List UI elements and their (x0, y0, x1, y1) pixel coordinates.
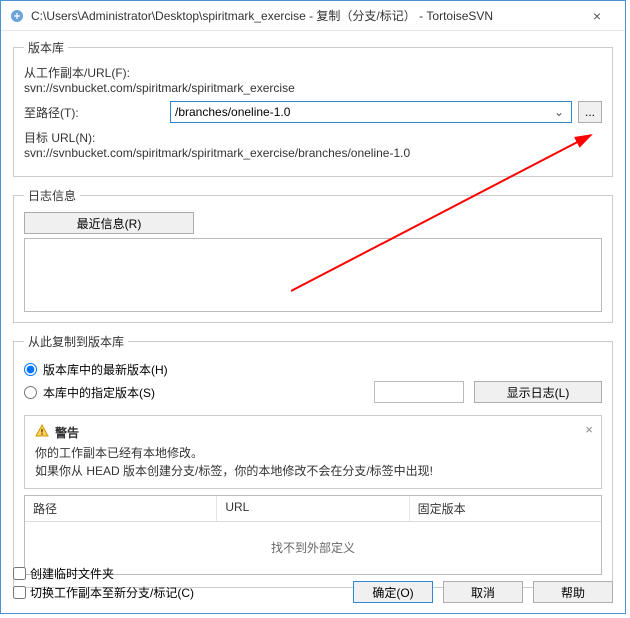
specific-revision-radio[interactable] (24, 386, 37, 399)
repository-group: 版本库 从工作副本/URL(F): svn://svnbucket.com/sp… (13, 39, 613, 177)
titlebar: C:\Users\Administrator\Desktop\spiritmar… (1, 1, 625, 31)
specific-revision-label: 本库中的指定版本(S) (43, 384, 155, 401)
specific-revision-input[interactable] (374, 381, 464, 403)
from-url-value: svn://svnbucket.com/spiritmark/spiritmar… (24, 81, 602, 95)
show-log-button[interactable]: 显示日志(L) (474, 381, 602, 403)
to-path-label: 至路径(T): (24, 104, 164, 121)
main-window: C:\Users\Administrator\Desktop\spiritmar… (0, 0, 626, 614)
to-path-input[interactable] (175, 105, 551, 119)
warning-icon (35, 424, 49, 441)
warning-box: × 警告 你的工作副本已经有本地修改。 如果你从 HEAD 版本创建分支/标签，… (24, 415, 602, 489)
log-message-textarea[interactable] (24, 238, 602, 312)
cancel-button[interactable]: 取消 (443, 581, 523, 603)
warning-text-2: 如果你从 HEAD 版本创建分支/标签，你的本地修改不会在分支/标签中出现! (35, 462, 591, 480)
recent-messages-button[interactable]: 最近信息(R) (24, 212, 194, 234)
target-url-value: svn://svnbucket.com/spiritmark/spiritmar… (24, 146, 602, 160)
warning-close-button[interactable]: × (585, 422, 593, 437)
target-url-label: 目标 URL(N): (24, 129, 602, 146)
head-revision-radio[interactable] (24, 363, 37, 376)
switch-wc-label: 切换工作副本至新分支/标记(C) (30, 584, 194, 601)
create-temp-label: 创建临时文件夹 (30, 565, 114, 582)
content-area: 版本库 从工作副本/URL(F): svn://svnbucket.com/sp… (1, 31, 625, 608)
help-button[interactable]: 帮助 (533, 581, 613, 603)
head-revision-label: 版本库中的最新版本(H) (43, 361, 168, 378)
repository-legend: 版本库 (24, 39, 68, 56)
copy-from-group: 从此复制到版本库 版本库中的最新版本(H) 本库中的指定版本(S) 显示日志(L… (13, 333, 613, 588)
from-url-label: 从工作副本/URL(F): (24, 64, 602, 81)
warning-title: 警告 (55, 424, 79, 441)
footer: 创建临时文件夹 切换工作副本至新分支/标记(C) 确定(O) 取消 帮助 (13, 563, 613, 603)
copy-from-legend: 从此复制到版本库 (24, 333, 128, 350)
create-temp-checkbox[interactable] (13, 567, 26, 580)
to-path-combo[interactable]: ⌄ (170, 101, 572, 123)
col-url[interactable]: URL (217, 496, 409, 521)
col-path[interactable]: 路径 (25, 496, 217, 521)
app-icon (9, 8, 25, 24)
log-message-legend: 日志信息 (24, 187, 80, 204)
window-close-button[interactable]: × (577, 8, 617, 24)
warning-text-1: 你的工作副本已经有本地修改。 (35, 444, 591, 462)
switch-wc-checkbox[interactable] (13, 586, 26, 599)
browse-button[interactable]: ... (578, 101, 602, 123)
window-title: C:\Users\Administrator\Desktop\spiritmar… (31, 7, 577, 24)
col-rev[interactable]: 固定版本 (410, 496, 601, 521)
log-message-group: 日志信息 最近信息(R) (13, 187, 613, 323)
chevron-down-icon[interactable]: ⌄ (551, 105, 567, 119)
ok-button[interactable]: 确定(O) (353, 581, 433, 603)
